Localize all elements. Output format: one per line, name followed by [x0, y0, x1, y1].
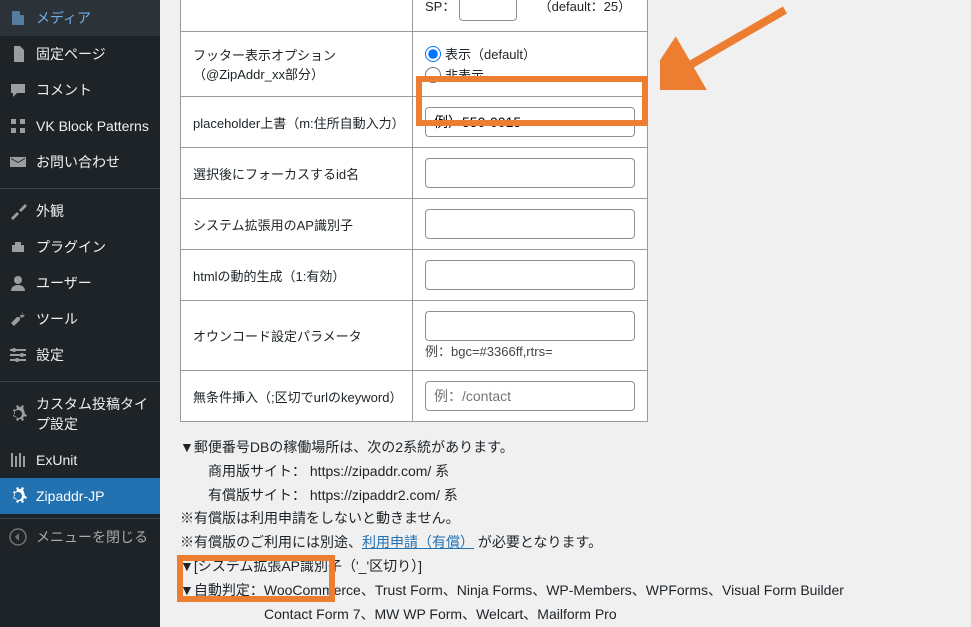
collapse-icon — [8, 527, 28, 547]
notes-line: ▼自動判定：WooCommerce、Trust Form、Ninja Forms… — [180, 579, 951, 603]
brush-icon — [8, 201, 28, 221]
sidebar-item-label: 外観 — [36, 201, 64, 221]
notes-line: ※有償版のご利用には別途、利用申請（有償） が必要となります。 — [180, 531, 951, 555]
sidebar-item-settings[interactable]: 設定 — [0, 337, 160, 373]
sp-default-text: （default：25） — [539, 0, 632, 14]
sidebar-item-vkblock[interactable]: VK Block Patterns — [0, 108, 160, 144]
row-focus-id: 選択後にフォーカスするid名 — [181, 148, 648, 199]
comment-icon — [8, 80, 28, 100]
sidebar-item-appearance[interactable]: 外観 — [0, 193, 160, 229]
notes-line: ▼[システム拡張AP識別子（'_'区切り）] — [180, 555, 951, 579]
sidebar-item-label: カスタム投稿タイプ設定 — [36, 394, 152, 434]
sidebar-item-label: コメント — [36, 80, 92, 100]
settings-table: SP： （default：25） フッター表示オプション（@ZipAddr_xx… — [180, 0, 648, 422]
notes-line: 商用版サイト： https://zipaddr.com/ 系 — [180, 460, 951, 484]
row-footer-option: フッター表示オプション（@ZipAddr_xx部分） 表示（default） 非… — [181, 32, 648, 97]
wrench-icon — [8, 309, 28, 329]
notes-line: 有償版サイト： https://zipaddr2.com/ 系 — [180, 484, 951, 508]
row-label: placeholder上書（m:住所自動入力） — [181, 97, 413, 148]
footer-show-radio[interactable] — [425, 46, 441, 62]
sidebar-item-label: プラグイン — [36, 237, 106, 257]
media-icon — [8, 8, 28, 28]
mail-icon — [8, 152, 28, 172]
sidebar-item-media[interactable]: メディア — [0, 0, 160, 36]
owncode-hint: 例：bgc=#3366ff,rtrs= — [425, 344, 553, 359]
sidebar-item-contact[interactable]: お問い合わせ — [0, 144, 160, 180]
row-placeholder-overwrite: placeholder上書（m:住所自動入力） — [181, 97, 648, 148]
footer-hide-radio[interactable] — [425, 67, 441, 83]
sp-label: SP： — [425, 0, 455, 14]
sidebar-item-label: メディア — [36, 8, 91, 28]
sidebar-item-zipaddr[interactable]: Zipaddr-JP — [0, 478, 160, 514]
gear-icon — [8, 486, 28, 506]
sidebar-item-label: 設定 — [36, 345, 64, 365]
sidebar-item-cpt[interactable]: カスタム投稿タイプ設定 — [0, 386, 160, 442]
row-ap-identifier: システム拡張用のAP識別子 — [181, 199, 648, 250]
user-icon — [8, 273, 28, 293]
row-label: システム拡張用のAP識別子 — [181, 199, 413, 250]
notes-line: Contact Form 7、MW WP Form、Welcart、Mailfo… — [180, 603, 951, 627]
placeholder-overwrite-input[interactable] — [425, 107, 635, 137]
sliders-icon — [8, 345, 28, 365]
admin-sidebar: メディア 固定ページ コメント VK Block Patterns お問い合わせ… — [0, 0, 160, 627]
annotation-arrow-icon — [660, 0, 800, 90]
sidebar-collapse-label: メニューを閉じる — [36, 527, 148, 547]
row-html-dynamic: htmlの動的生成（1:有効） — [181, 250, 648, 301]
page-icon — [8, 44, 28, 64]
row-sp-partial: SP： （default：25） — [181, 0, 648, 32]
sidebar-item-label: お問い合わせ — [36, 152, 120, 172]
sidebar-item-label: ユーザー — [36, 273, 92, 293]
html-dynamic-input[interactable] — [425, 260, 635, 290]
notes-block: ▼郵便番号DBの稼働場所は、次の2系統があります。 商用版サイト： https:… — [180, 436, 951, 626]
row-owncode: オウンコード設定パラメータ 例：bgc=#3366ff,rtrs= — [181, 301, 648, 371]
row-label: オウンコード設定パラメータ — [181, 301, 413, 371]
focus-id-input[interactable] — [425, 158, 635, 188]
sidebar-item-plugins[interactable]: プラグイン — [0, 229, 160, 265]
owncode-input[interactable] — [425, 311, 635, 341]
unconditional-insert-input[interactable] — [425, 381, 635, 411]
sidebar-item-label: VK Block Patterns — [36, 118, 149, 134]
sidebar-item-label: ツール — [36, 309, 78, 329]
gear-icon — [8, 404, 28, 424]
footer-hide-label: 非表示 — [445, 65, 484, 84]
notes-line: ※有償版は利用申請をしないと動きません。 — [180, 507, 951, 531]
row-label: フッター表示オプション（@ZipAddr_xx部分） — [181, 32, 413, 97]
sidebar-item-exunit[interactable]: ExUnit — [0, 442, 160, 478]
menu-separator — [0, 377, 160, 382]
row-label: 無条件挿入（;区切でurlのkeyword） — [181, 371, 413, 422]
sidebar-item-tools[interactable]: ツール — [0, 301, 160, 337]
plugin-icon — [8, 237, 28, 257]
sidebar-item-comments[interactable]: コメント — [0, 72, 160, 108]
sidebar-item-label: 固定ページ — [36, 44, 106, 64]
sidebar-item-pages[interactable]: 固定ページ — [0, 36, 160, 72]
sidebar-item-label: Zipaddr-JP — [36, 488, 104, 504]
exunit-icon — [8, 450, 28, 470]
menu-separator — [0, 184, 160, 189]
row-unconditional-insert: 無条件挿入（;区切でurlのkeyword） — [181, 371, 648, 422]
ap-identifier-input[interactable] — [425, 209, 635, 239]
sidebar-item-users[interactable]: ユーザー — [0, 265, 160, 301]
row-label: 選択後にフォーカスするid名 — [181, 148, 413, 199]
main-content: SP： （default：25） フッター表示オプション（@ZipAddr_xx… — [160, 0, 971, 627]
footer-show-label: 表示（default） — [445, 44, 536, 63]
sidebar-collapse[interactable]: メニューを閉じる — [0, 518, 160, 555]
sp-input[interactable] — [459, 0, 517, 21]
grid-icon — [8, 116, 28, 136]
row-label: htmlの動的生成（1:有効） — [181, 250, 413, 301]
notes-line: ▼郵便番号DBの稼働場所は、次の2系統があります。 — [180, 436, 951, 460]
sidebar-item-label: ExUnit — [36, 452, 77, 468]
paid-application-link[interactable]: 利用申請（有償） — [362, 534, 474, 550]
